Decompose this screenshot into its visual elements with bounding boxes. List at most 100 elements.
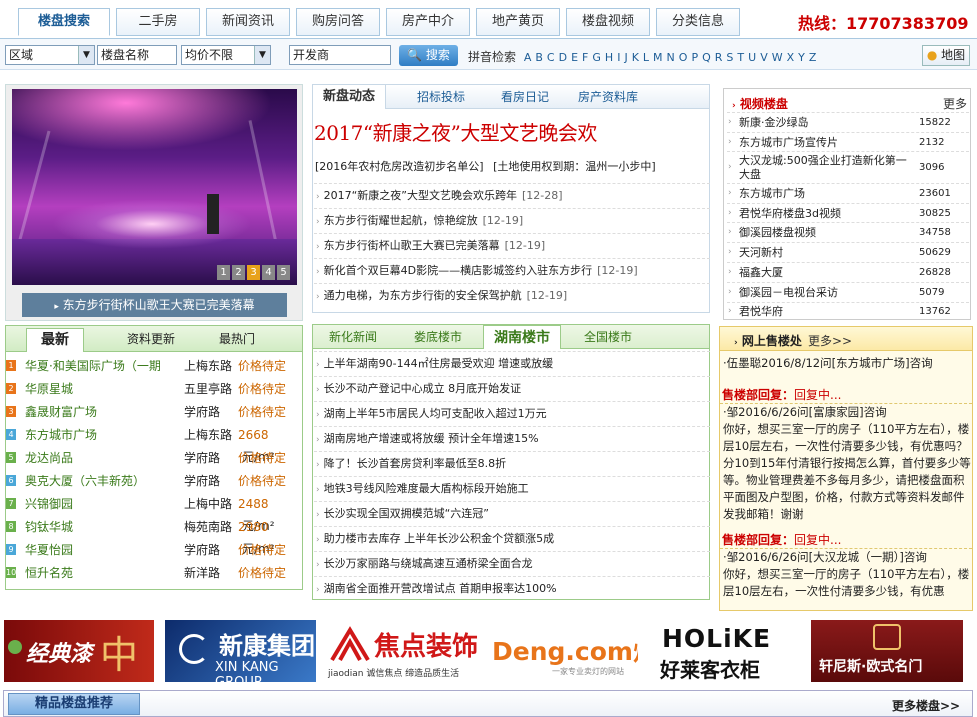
- video-title[interactable]: › 视频楼盘: [732, 95, 788, 112]
- pinyin-letter[interactable]: J: [624, 51, 627, 64]
- pinyin-letter[interactable]: L: [643, 51, 649, 64]
- regional-news-item[interactable]: › 湖南省全面推开营改增试点 首期申报率达100%: [314, 576, 710, 601]
- sales-title[interactable]: › 网上售楼处: [734, 332, 802, 349]
- tab-qa[interactable]: 购房问答: [296, 8, 380, 36]
- tab-second-hand[interactable]: 二手房: [116, 8, 200, 36]
- tab-new-building[interactable]: 新盘动态: [313, 85, 387, 109]
- tab-database[interactable]: 房产资料库: [578, 85, 638, 109]
- video-item[interactable]: › 君悦华府 13762: [727, 302, 969, 320]
- regional-news-item[interactable]: › 湖南房地产增速或将放缓 预计全年增速15%: [314, 426, 710, 451]
- news-item[interactable]: › 东方步行街耀世起航，惊艳绽放 [12-19]: [314, 208, 710, 233]
- tab-agency[interactable]: 房产中介: [386, 8, 470, 36]
- video-item[interactable]: › 东方城市广场宣传片 2132: [727, 132, 969, 151]
- regional-news-item[interactable]: › 降了！长沙首套房贷利率最低至8.8折: [314, 451, 710, 476]
- news-item[interactable]: › 2017“新康之夜”大型文艺晚会欢乐跨年 [12-28]: [314, 183, 710, 208]
- tab-yellow-pages[interactable]: 地产黄页: [476, 8, 560, 36]
- pinyin-letter[interactable]: V: [760, 51, 768, 64]
- regional-news-item[interactable]: › 湖南上半年5市居民人均可支配收入超过1万元: [314, 401, 710, 426]
- pinyin-letter[interactable]: Q: [702, 51, 711, 64]
- tab-hottest[interactable]: 最热门: [219, 326, 255, 352]
- pinyin-letter[interactable]: S: [726, 51, 733, 64]
- regional-news-item[interactable]: › 上半年湖南90-144㎡住房最受欢迎 增速或放缓: [314, 351, 710, 376]
- pinyin-letter[interactable]: C: [547, 51, 555, 64]
- sub-link-2[interactable]: [土地使用权到期：温州一小步中]: [493, 160, 656, 173]
- ad-deng[interactable]: Deng.com灯网 一家专业卖灯的网站: [488, 620, 638, 682]
- tab-national[interactable]: 全国楼市: [584, 325, 632, 349]
- video-item[interactable]: › 御溪园楼盘视频 34758: [727, 222, 969, 242]
- news-item[interactable]: › 新化首个双巨幕4D影院——横店影城签约入驻东方步行 [12-19]: [314, 258, 710, 283]
- pinyin-letter[interactable]: N: [667, 51, 675, 64]
- tab-latest[interactable]: 最新: [26, 328, 84, 352]
- video-item[interactable]: › 东方城市广场 23601: [727, 183, 969, 203]
- video-item[interactable]: › 福鑫大厦 26828: [727, 262, 969, 282]
- pinyin-letter[interactable]: I: [617, 51, 620, 64]
- slide-caption[interactable]: ▸ 东方步行街杯山歌王大赛已完美落幕: [22, 293, 287, 317]
- pinyin-letter[interactable]: F: [582, 51, 588, 64]
- latest-item[interactable]: 3 鑫晟财富广场 学府路 价格待定: [6, 401, 302, 424]
- pinyin-letter[interactable]: Z: [809, 51, 817, 64]
- concert-stage-image[interactable]: 1 2 3 4 5: [12, 89, 297, 285]
- regional-news-item[interactable]: › 长沙不动产登记中心成立 8月底开始发证: [314, 376, 710, 401]
- slide-page-4[interactable]: 4: [262, 265, 275, 280]
- pinyin-letter[interactable]: E: [571, 51, 578, 64]
- tab-updated[interactable]: 资料更新: [127, 326, 175, 352]
- regional-news-item[interactable]: › 地铁3号线风险难度最大盾构标段开始施工: [314, 476, 710, 501]
- pinyin-letter[interactable]: P: [691, 51, 698, 64]
- building-name-input[interactable]: 楼盘名称: [97, 45, 177, 65]
- regional-news-item[interactable]: › 助力楼市去库存 上半年长沙公积金个贷额涨5成: [314, 526, 710, 551]
- news-item[interactable]: › 通力电梯，为东方步行街的安全保驾护航 [12-19]: [314, 283, 710, 308]
- latest-item[interactable]: 6 奥克大厦（六丰新苑） 学府路 价格待定: [6, 470, 302, 493]
- pinyin-letter[interactable]: H: [605, 51, 613, 64]
- ad-xuannisi[interactable]: 轩尼斯·欧式名门: [811, 620, 963, 682]
- latest-item[interactable]: 2 华原星城 五里亭路 价格待定: [6, 378, 302, 401]
- sales-question[interactable]: ·邹2016/6/26问[富康家园]咨询 你好，想买三室一厅的房子（110平方左…: [723, 404, 972, 523]
- video-item[interactable]: › 天河新村 50629: [727, 242, 969, 262]
- ad-xinkang-group[interactable]: 新康集团 XIN KANG GROUP: [165, 620, 316, 682]
- tab-bidding[interactable]: 招标投标: [417, 85, 465, 109]
- pinyin-letter[interactable]: O: [679, 51, 688, 64]
- region-select[interactable]: 区域 ▼: [5, 45, 95, 65]
- sales-more-link[interactable]: 更多>>: [808, 332, 852, 349]
- pinyin-letter[interactable]: A: [524, 51, 532, 64]
- latest-item[interactable]: 5 龙达尚品 学府路 价格待定: [6, 447, 302, 470]
- latest-item[interactable]: 1 华夏·和美国际广场（一期 上梅东路 价格待定: [6, 355, 302, 378]
- slide-page-1[interactable]: 1: [217, 265, 230, 280]
- slide-page-2[interactable]: 2: [232, 265, 245, 280]
- ad-classic-paint[interactable]: 经典漆 中: [4, 620, 154, 682]
- pinyin-letter[interactable]: D: [559, 51, 567, 64]
- search-button[interactable]: 🔍 搜索: [399, 45, 458, 66]
- tab-building-search[interactable]: 楼盘搜索: [18, 8, 110, 36]
- pinyin-letter[interactable]: R: [715, 51, 723, 64]
- tab-loudi[interactable]: 娄底楼市: [414, 325, 462, 349]
- sales-question[interactable]: ·伍墨聪2016/8/12问[东方城市广场]咨询: [723, 355, 972, 372]
- sub-link-1[interactable]: [2016年农村危房改造初步名单公]: [315, 160, 484, 173]
- news-item[interactable]: › 东方步行街杯山歌王大赛已完美落幕 [12-19]: [314, 233, 710, 258]
- latest-item[interactable]: 8 钧钛华城 梅苑南路 2980元/m²: [6, 516, 302, 556]
- ad-jiaodian[interactable]: 焦点装饰 jiaodian 诚信焦点 缔造品质生活: [326, 620, 478, 682]
- tab-classified[interactable]: 分类信息: [656, 8, 740, 36]
- headline[interactable]: 2017“新康之夜”大型文艺晚会欢: [314, 117, 597, 146]
- tab-video[interactable]: 楼盘视频: [566, 8, 650, 36]
- map-button[interactable]: ● 地图: [922, 45, 970, 66]
- latest-item[interactable]: 7 兴锦御园 上梅中路 2488元/m²: [6, 493, 302, 533]
- ad-holike[interactable]: HOLiKE 好莱客衣柜: [650, 620, 800, 682]
- latest-item[interactable]: 10 恒升名苑 新洋路 价格待定: [6, 562, 302, 585]
- pinyin-letter[interactable]: Y: [798, 51, 805, 64]
- tab-news[interactable]: 新闻资讯: [206, 8, 290, 36]
- pinyin-letter[interactable]: G: [592, 51, 601, 64]
- more-buildings-link[interactable]: 更多楼盘>>: [892, 697, 960, 714]
- video-item[interactable]: › 君悦华府楼盘3d视频 30825: [727, 203, 969, 222]
- video-item[interactable]: › 大汉龙城:500强企业打造新化第一大盘 3096: [727, 151, 969, 183]
- pinyin-letter[interactable]: M: [653, 51, 663, 64]
- tab-xinhua-news[interactable]: 新化新闻: [329, 325, 377, 349]
- tab-viewing-diary[interactable]: 看房日记: [501, 85, 549, 109]
- video-more-link[interactable]: 更多: [943, 95, 967, 112]
- video-item[interactable]: › 新康·金沙绿岛 15822: [727, 112, 969, 132]
- pinyin-letter[interactable]: T: [737, 51, 744, 64]
- pinyin-letter[interactable]: X: [787, 51, 795, 64]
- pinyin-letter[interactable]: W: [772, 51, 783, 64]
- slide-page-3[interactable]: 3: [247, 265, 260, 280]
- developer-input[interactable]: 开发商: [289, 45, 391, 65]
- latest-item[interactable]: 4 东方城市广场 上梅东路 2668元/m²: [6, 424, 302, 464]
- pinyin-letter[interactable]: B: [535, 51, 543, 64]
